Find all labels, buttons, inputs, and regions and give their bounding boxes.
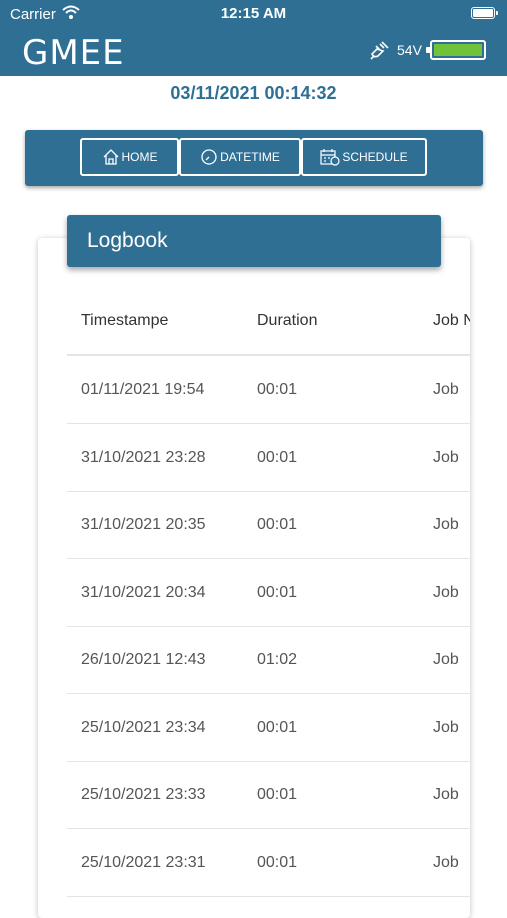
table-header: Timestampe Duration Job N bbox=[67, 294, 470, 356]
logbook-header: Logbook bbox=[67, 215, 441, 267]
cell-duration: 00:01 bbox=[257, 853, 298, 871]
table-row[interactable]: 25/10/2021 23:34 00:01 Job bbox=[67, 694, 470, 762]
cell-timestamp: 01/11/2021 19:54 bbox=[81, 381, 205, 398]
cell-job: Job bbox=[433, 718, 459, 736]
home-label: HOME bbox=[121, 150, 158, 164]
cell-timestamp: 31/10/2021 20:35 bbox=[81, 516, 206, 533]
cell-timestamp: 31/10/2021 20:34 bbox=[81, 583, 206, 601]
cell-duration: 00:01 bbox=[257, 583, 298, 601]
voltage-label: 54V bbox=[397, 42, 422, 58]
cell-job: Job bbox=[433, 853, 459, 871]
cell-duration: 00:01 bbox=[257, 448, 298, 466]
logbook-card: Timestampe Duration Job N 01/11/2021 19:… bbox=[38, 238, 470, 918]
cell-timestamp: 25/10/2021 23:34 bbox=[81, 718, 206, 736]
current-datetime: 03/11/2021 00:14:32 bbox=[170, 83, 337, 103]
column-header-timestamp: Timestampe bbox=[81, 312, 169, 329]
cell-job: Job bbox=[433, 381, 459, 398]
cell-job: Job bbox=[433, 583, 459, 601]
cell-duration: 00:01 bbox=[257, 381, 298, 398]
datetime-label: DATETIME bbox=[220, 150, 280, 164]
column-header-job: Job N bbox=[433, 312, 470, 329]
table-row[interactable]: 25/10/2021 23:31 00:01 Job bbox=[67, 829, 470, 897]
column-header-duration: Duration bbox=[257, 312, 318, 329]
logbook-title: Logbook bbox=[87, 229, 168, 252]
table-row[interactable]: 26/10/2021 12:43 01:02 Job bbox=[67, 626, 470, 694]
schedule-icon bbox=[320, 148, 340, 166]
cell-duration: 01:02 bbox=[257, 651, 298, 668]
home-button[interactable]: HOME bbox=[80, 138, 179, 176]
cell-timestamp: 25/10/2021 23:31 bbox=[81, 853, 206, 871]
app-title: GMEE bbox=[22, 33, 125, 73]
plug-icon bbox=[368, 40, 390, 67]
table-row[interactable]: 31/10/2021 20:35 00:01 Job bbox=[67, 491, 470, 559]
table-row[interactable]: 31/10/2021 20:34 00:01 Job bbox=[67, 559, 470, 627]
cell-job: Job bbox=[433, 516, 459, 533]
table-row[interactable]: 31/10/2021 23:28 00:01 Job bbox=[67, 424, 470, 492]
schedule-button[interactable]: SCHEDULE bbox=[301, 138, 427, 176]
battery-icon bbox=[426, 40, 486, 60]
table-row[interactable]: 01/11/2021 19:54 00:01 Job bbox=[67, 356, 470, 424]
datetime-button[interactable]: DATETIME bbox=[179, 138, 301, 176]
cell-duration: 00:01 bbox=[257, 516, 298, 533]
cell-timestamp: 25/10/2021 23:33 bbox=[81, 786, 206, 803]
cell-duration: 00:01 bbox=[257, 786, 298, 803]
cell-job: Job bbox=[433, 651, 459, 668]
status-time: 12:15 AM bbox=[220, 5, 287, 22]
app-header: Carrier 12:15 AM GMEE 54V bbox=[0, 0, 507, 76]
cell-job: Job bbox=[433, 448, 459, 466]
clock-icon bbox=[200, 148, 218, 166]
cell-timestamp: 31/10/2021 23:28 bbox=[81, 448, 206, 466]
cell-duration: 00:01 bbox=[257, 718, 298, 736]
cell-timestamp: 26/10/2021 12:43 bbox=[81, 651, 206, 668]
home-icon bbox=[102, 148, 120, 166]
table-row[interactable]: 25/10/2021 23:33 00:01 Job bbox=[67, 761, 470, 829]
cell-job: Job bbox=[433, 786, 459, 803]
schedule-label: SCHEDULE bbox=[342, 150, 408, 164]
status-battery-icon bbox=[471, 7, 498, 19]
nav-bar: HOME DATETIME SCHEDULE bbox=[25, 130, 483, 186]
